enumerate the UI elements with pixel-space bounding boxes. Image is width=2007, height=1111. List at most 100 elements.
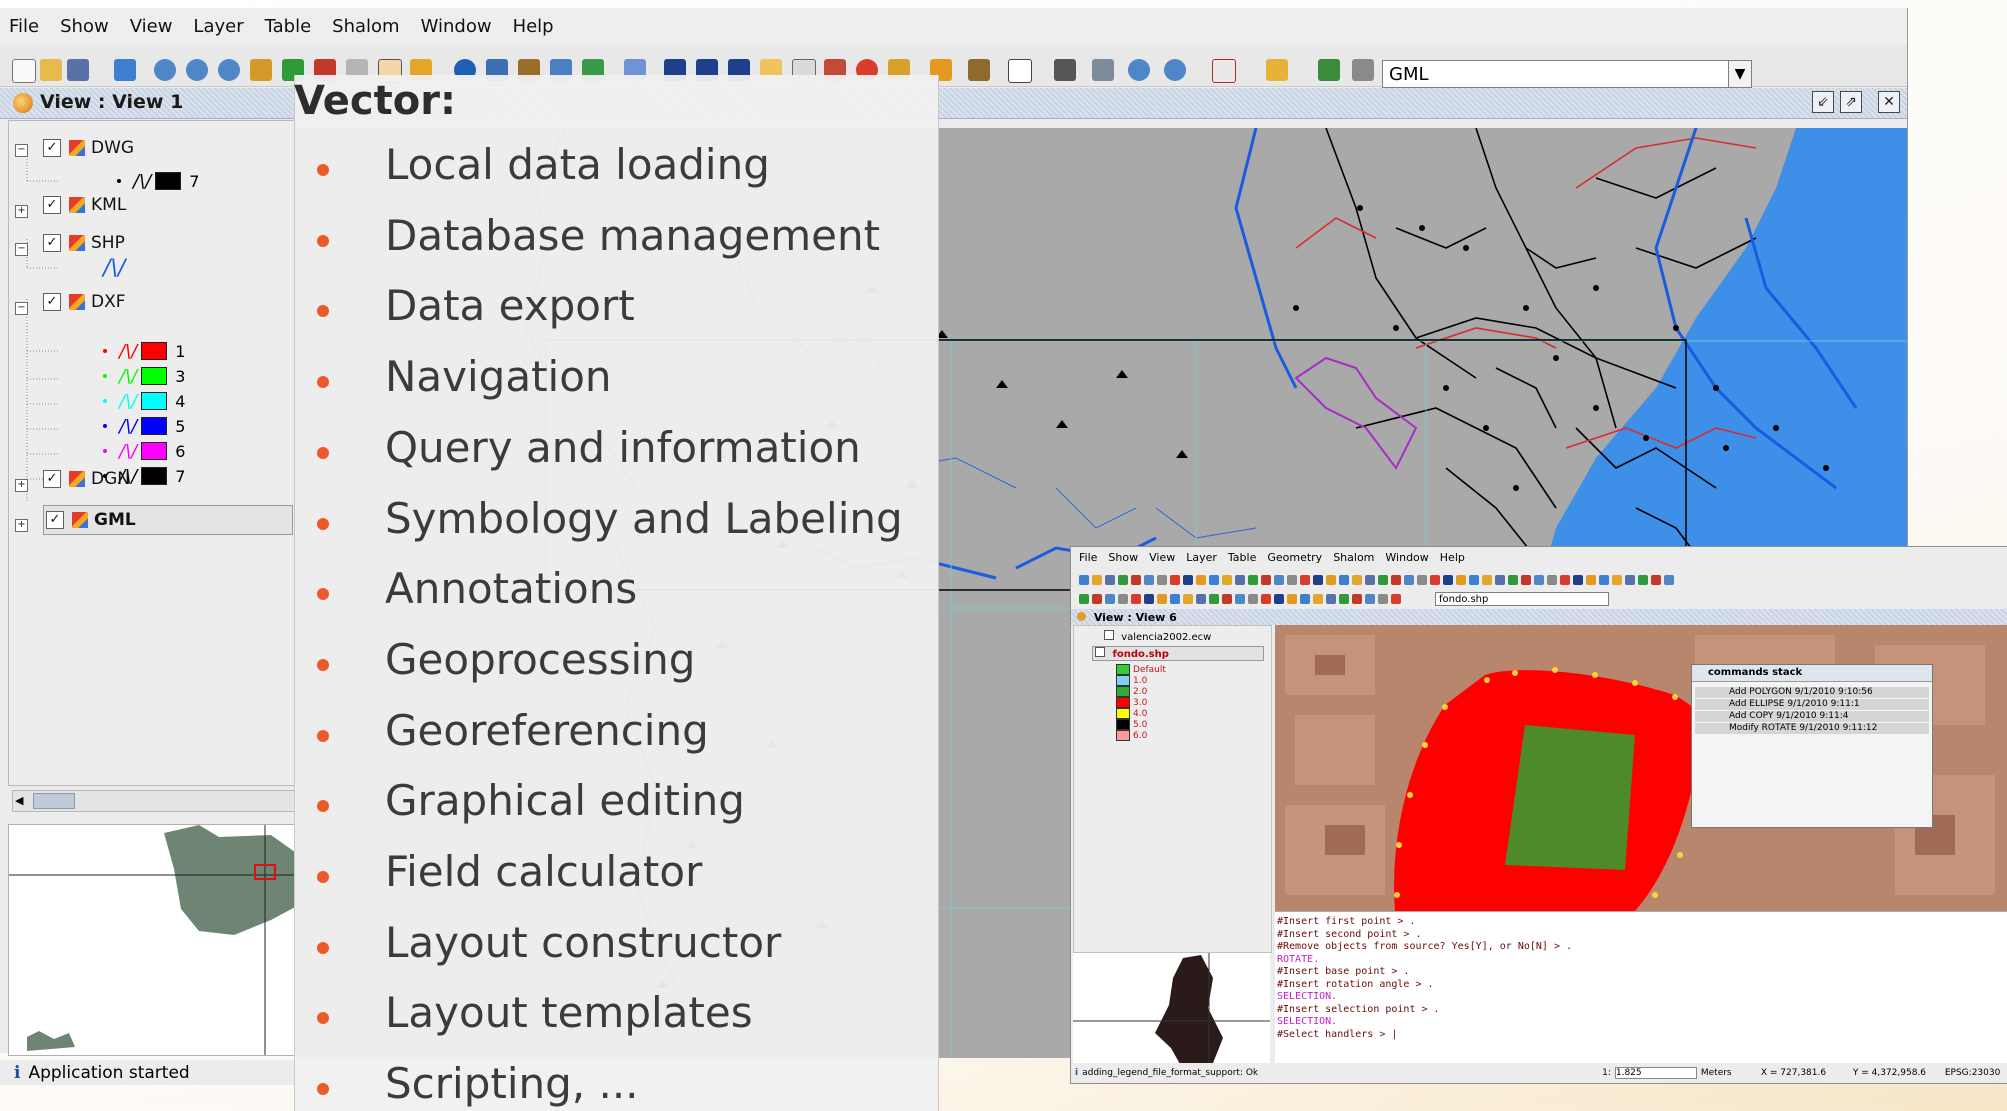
toolbar-button-icon[interactable] — [1222, 594, 1232, 604]
checkbox-icon[interactable] — [1095, 647, 1105, 657]
toolbar-button-icon[interactable] — [1534, 575, 1544, 585]
toolbar-button-icon[interactable] — [1235, 575, 1245, 585]
zoom-in-icon[interactable] — [186, 59, 208, 81]
toolbar-button-icon[interactable] — [1326, 594, 1336, 604]
toolbar-button-icon[interactable] — [1235, 594, 1245, 604]
checkbox-icon[interactable]: ✓ — [46, 511, 64, 529]
collapse-icon[interactable]: − — [15, 302, 28, 315]
toolbar-button-icon[interactable] — [1209, 575, 1219, 585]
menu-table[interactable]: Table — [256, 16, 324, 37]
toolbar-button-icon[interactable] — [1248, 575, 1258, 585]
restore-icon[interactable]: ⇗ — [1840, 91, 1862, 113]
layer-row-dwg[interactable]: ✓ DWG — [43, 136, 134, 160]
toolbar-button-icon[interactable] — [1404, 575, 1414, 585]
menu-shalom[interactable]: Shalom — [1333, 551, 1374, 569]
layout-icon[interactable] — [1212, 59, 1236, 83]
toolbar-button-icon[interactable] — [1170, 575, 1180, 585]
toc-horizontal-scrollbar[interactable]: ◀ — [12, 790, 298, 812]
toolbar-button-icon[interactable] — [1287, 594, 1297, 604]
menu-geometry[interactable]: Geometry — [1267, 551, 1322, 569]
toolbar-button-icon[interactable] — [1157, 594, 1167, 604]
toolbar-button-icon[interactable] — [1144, 594, 1154, 604]
toolbar-button-icon[interactable] — [1261, 594, 1271, 604]
new-file-icon[interactable] — [12, 59, 36, 83]
menu-window[interactable]: Window — [1385, 551, 1428, 569]
toolbar-button-icon[interactable] — [1469, 575, 1479, 585]
secondary-layer-select[interactable]: fondo.shp — [1435, 592, 1609, 606]
menu-help[interactable]: Help — [1440, 551, 1465, 569]
menu-layer[interactable]: Layer — [184, 16, 255, 37]
expand-icon[interactable]: + — [15, 205, 28, 218]
toolbar-button-icon[interactable] — [1365, 594, 1375, 604]
toolbar-button-icon[interactable] — [1079, 575, 1089, 585]
command-item[interactable]: Add ELLIPSE 9/1/2010 9:11:1 — [1695, 699, 1929, 710]
minimize-icon[interactable]: ⇙ — [1812, 91, 1834, 113]
toolbar-button-icon[interactable] — [1365, 575, 1375, 585]
menu-help[interactable]: Help — [504, 16, 566, 37]
open-folder-icon[interactable] — [40, 59, 62, 81]
zoom-out-icon[interactable] — [218, 59, 240, 81]
collapse-icon[interactable]: − — [15, 243, 28, 256]
toolbar-button-icon[interactable] — [1339, 594, 1349, 604]
toolbar-button-icon[interactable] — [1352, 575, 1362, 585]
zoom-icon[interactable] — [154, 59, 176, 81]
add-layer-icon[interactable] — [114, 59, 136, 81]
toolbar-button-icon[interactable] — [1625, 575, 1635, 585]
layer-row-kml[interactable]: ✓ KML — [43, 193, 126, 217]
edit-icon[interactable] — [1266, 59, 1288, 81]
toolbar-button-icon[interactable] — [1495, 575, 1505, 585]
menu-show[interactable]: Show — [51, 16, 121, 37]
save-icon[interactable] — [67, 59, 89, 81]
toolbar-button-icon[interactable] — [1118, 575, 1128, 585]
toolbar-button-icon[interactable] — [1196, 575, 1206, 585]
menu-view[interactable]: View — [121, 16, 185, 37]
checkbox-icon[interactable]: ✓ — [43, 293, 61, 311]
toolbar-button-icon[interactable] — [1196, 594, 1206, 604]
menu-view[interactable]: View — [1149, 551, 1175, 569]
chevron-down-icon[interactable]: ▼ — [1728, 60, 1752, 88]
toolbar-button-icon[interactable] — [1183, 575, 1193, 585]
toolbar-button-icon[interactable] — [1092, 594, 1102, 604]
toolbar-button-icon[interactable] — [1131, 594, 1141, 604]
layer-stack-icon[interactable] — [1318, 59, 1340, 81]
toolbar-button-icon[interactable] — [1378, 575, 1388, 585]
toolbar-button-icon[interactable] — [1183, 594, 1193, 604]
toolbar-button-icon[interactable] — [1209, 594, 1219, 604]
toolbar-button-icon[interactable] — [1092, 575, 1102, 585]
menu-table[interactable]: Table — [1228, 551, 1256, 569]
toolbar-button-icon[interactable] — [1222, 575, 1232, 585]
expand-icon[interactable]: + — [15, 479, 28, 492]
layers-icon[interactable] — [250, 59, 272, 81]
toolbar-button-icon[interactable] — [1131, 575, 1141, 585]
toolbar-button-icon[interactable] — [1573, 575, 1583, 585]
toolbar-button-icon[interactable] — [1274, 575, 1284, 585]
command-console[interactable]: #Insert first point > . #Insert second po… — [1275, 911, 2007, 1063]
toolbar-button-icon[interactable] — [1508, 575, 1518, 585]
toolbar-button-icon[interactable] — [1170, 594, 1180, 604]
checkbox-icon[interactable]: ✓ — [43, 470, 61, 488]
toolbar-button-icon[interactable] — [1612, 575, 1622, 585]
toolbar-button-icon[interactable] — [1105, 575, 1115, 585]
toolbar-button-icon[interactable] — [1391, 594, 1401, 604]
checkbox-icon[interactable]: ✓ — [43, 139, 61, 157]
checkbox-icon[interactable] — [1104, 630, 1114, 640]
layer-row-dxf[interactable]: ✓ DXF — [43, 290, 126, 314]
menu-layer[interactable]: Layer — [1186, 551, 1217, 569]
tools-icon[interactable] — [1054, 59, 1076, 81]
scroll-thumb[interactable] — [33, 793, 75, 809]
toolbar-button-icon[interactable] — [1326, 575, 1336, 585]
command-item[interactable]: Add COPY 9/1/2010 9:11:4 — [1695, 711, 1929, 722]
checkbox-icon[interactable]: ✓ — [43, 196, 61, 214]
secondary-view-titlebar[interactable]: View : View 6 — [1071, 609, 2007, 625]
layer-select[interactable]: GML — [1382, 60, 1736, 88]
toolbar-button-icon[interactable] — [1248, 594, 1258, 604]
command-item[interactable]: Add POLYGON 9/1/2010 9:10:56 — [1695, 687, 1929, 698]
collapse-icon[interactable]: − — [15, 144, 28, 157]
zoom-layer-icon[interactable] — [1164, 59, 1186, 81]
toolbar-button-icon[interactable] — [1417, 575, 1427, 585]
toolbar-button-icon[interactable] — [1482, 575, 1492, 585]
toolbar-button-icon[interactable] — [1261, 575, 1271, 585]
layer-row-fondo[interactable]: fondo.shp — [1092, 646, 1264, 661]
toolbar-button-icon[interactable] — [1599, 575, 1609, 585]
toolbar-button-icon[interactable] — [1105, 594, 1115, 604]
